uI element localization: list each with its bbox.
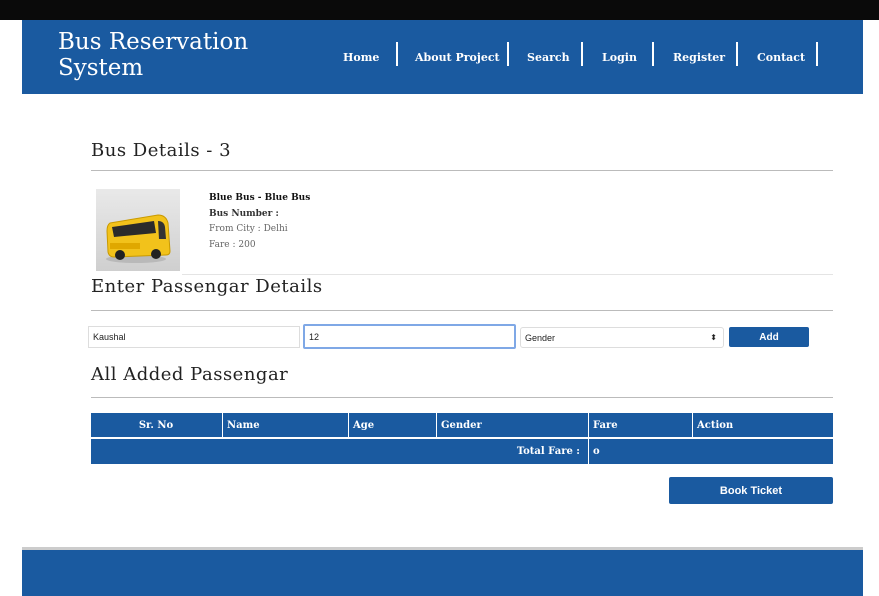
site-brand[interactable]: Bus Reservation System — [58, 29, 258, 81]
bus-details-heading: Bus Details - 3 — [91, 140, 232, 161]
nav-separator — [581, 42, 583, 66]
gender-select[interactable]: Gender ⬍ — [520, 327, 724, 348]
added-passengers-heading: All Added Passengar — [91, 364, 289, 385]
bus-image — [96, 189, 180, 271]
passenger-details-heading: Enter Passengar Details — [91, 276, 323, 297]
column-age: Age — [348, 413, 436, 437]
nav-register-label: Register — [673, 50, 726, 64]
nav-separator — [816, 42, 818, 66]
nav-login[interactable]: Login — [602, 46, 637, 68]
left-margin — [0, 20, 22, 593]
nav-about-label: About Project — [415, 50, 500, 64]
nav-login-label: Login — [602, 50, 637, 64]
column-gender: Gender — [436, 413, 588, 437]
passenger-name-value: Kaushal — [93, 332, 126, 342]
nav-register[interactable]: Register — [673, 46, 725, 68]
from-city: From City : Delhi — [209, 224, 288, 234]
passenger-age-input[interactable]: 12 — [303, 324, 516, 349]
nav-home[interactable]: Home — [343, 46, 379, 68]
brand-line-2: System — [58, 55, 144, 81]
bus-name: Blue Bus - Blue Bus — [209, 193, 311, 203]
total-fare-value: o — [588, 439, 833, 464]
nav-about-project[interactable]: About Project — [415, 46, 500, 68]
column-sr-no: Sr. No — [138, 419, 174, 431]
right-margin — [863, 20, 879, 593]
gender-select-value: Gender — [525, 332, 556, 343]
nav-separator — [507, 42, 509, 66]
nav-contact[interactable]: Contact — [757, 46, 805, 68]
table-header-row: Sr. No Name Age Gender Fare Action — [91, 413, 833, 437]
divider — [91, 397, 833, 398]
nav-separator — [396, 42, 398, 66]
divider — [182, 274, 833, 275]
bus-icon — [106, 214, 171, 263]
divider — [91, 310, 833, 311]
bus-number: Bus Number : — [209, 209, 279, 219]
column-action: Action — [692, 413, 833, 437]
passenger-name-input[interactable]: Kaushal — [88, 326, 300, 348]
passenger-table: Sr. No Name Age Gender Fare Action Total… — [91, 413, 833, 464]
total-fare-label: Total Fare : — [516, 446, 580, 457]
select-arrows-icon: ⬍ — [710, 332, 717, 342]
passenger-age-value: 12 — [309, 331, 320, 342]
nav-search[interactable]: Search — [527, 46, 570, 68]
window-top-bar — [0, 0, 879, 20]
nav-search-label: Search — [527, 50, 570, 64]
table-total-row: Total Fare : o — [91, 439, 833, 464]
nav-separator — [652, 42, 654, 66]
site-footer — [22, 547, 863, 596]
column-name: Name — [222, 413, 347, 437]
add-passenger-button[interactable]: Add — [729, 327, 809, 347]
nav-contact-label: Contact — [757, 50, 806, 64]
divider — [91, 170, 833, 171]
book-ticket-button[interactable]: Book Ticket — [669, 477, 833, 504]
nav-home-label: Home — [343, 50, 380, 64]
nav-separator — [736, 42, 738, 66]
column-fare: Fare — [588, 413, 692, 437]
fare: Fare : 200 — [209, 240, 256, 250]
brand-line-1: Bus Reservation — [58, 29, 249, 55]
